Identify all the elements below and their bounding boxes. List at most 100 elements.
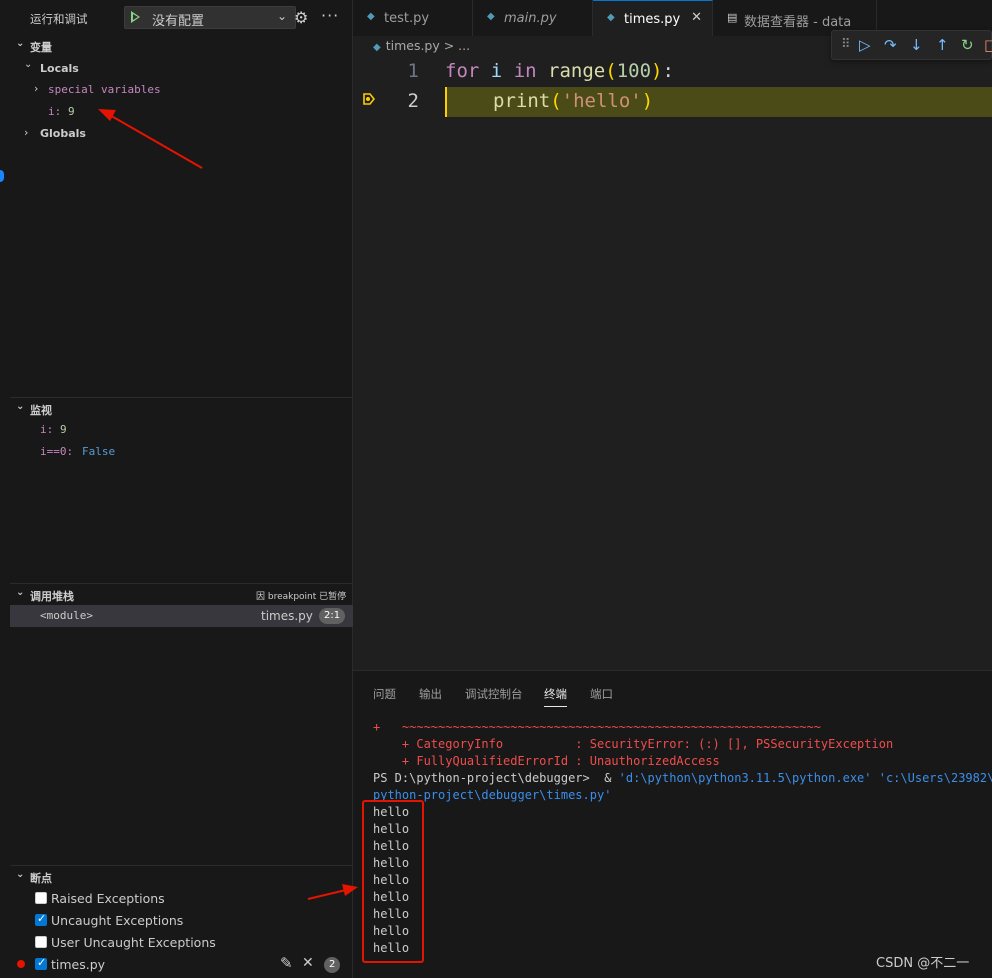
paren-open: ( [605, 60, 617, 82]
line-number: 2 [407, 90, 419, 112]
callstack-header-label: 调用堆栈 [30, 590, 74, 603]
python-file-icon: ◆ [367, 11, 375, 22]
watermark: CSDN @不二一 [876, 956, 970, 971]
chevron-down-icon: ⌄ [16, 401, 25, 412]
drag-handle-icon[interactable]: ⠿ [841, 37, 851, 52]
table-icon: ▤ [727, 11, 738, 24]
number-literal: 100 [616, 60, 652, 82]
callstack-section-header[interactable]: ⌄ 调用堆栈 因 breakpoint 已暂停 [10, 584, 353, 606]
terminal-line: + ~~~~~~~~~~~~~~~~~~~~~~~~~~~~~~~~~~~~~~… [373, 720, 821, 734]
watch-item[interactable]: i==0: False [10, 441, 353, 463]
breakpoint-file-item[interactable]: times.py ✎ ✕ 2 [10, 953, 353, 975]
frame-name: <module> [40, 609, 93, 622]
edit-icon[interactable]: ✎ [280, 954, 293, 972]
terminal-prompt-line: PS D:\python-project\debugger> & 'd:\pyt… [373, 771, 992, 785]
breakpoints-header-label: 断点 [30, 872, 52, 885]
tab-output[interactable]: 输出 [419, 686, 442, 702]
tab-label: main.py [504, 11, 557, 26]
breakpoint-item[interactable]: User Uncaught Exceptions [10, 931, 353, 953]
chevron-down-icon: ⌄ [16, 587, 25, 598]
activity-indicator [0, 170, 4, 182]
watch-value: 9 [60, 423, 67, 436]
more-actions-icon[interactable]: ··· [321, 6, 339, 25]
restart-icon[interactable]: ↻ [961, 36, 974, 54]
locals-label: Locals [40, 62, 79, 75]
terminal-line: + CategoryInfo : SecurityError: (:) [], … [373, 737, 894, 751]
variable-name: i: [48, 105, 62, 118]
close-icon[interactable]: ✕ [302, 955, 314, 971]
breakpoint-file-label: times.py [51, 957, 106, 972]
tab-times-py[interactable]: ◆ times.py ✕ [593, 0, 713, 36]
times-py-breakpoint-checkbox[interactable] [35, 956, 47, 970]
paren-open: ( [550, 90, 562, 112]
breakpoint-label: Uncaught Exceptions [51, 913, 184, 928]
python-file-icon: ◆ [487, 11, 495, 22]
stop-icon[interactable]: □ [984, 36, 992, 54]
callstack-frame[interactable]: <module> times.py 2:1 [10, 605, 353, 627]
special-variables-item[interactable]: › special variables [10, 79, 353, 101]
debug-toolbar: ⠿ ▷ ↷ ↓ ↑ ↻ □ [831, 30, 992, 60]
step-out-icon[interactable]: ↑ [936, 36, 949, 54]
step-into-icon[interactable]: ↓ [910, 36, 923, 54]
watch-value: False [82, 445, 116, 458]
loop-variable: i [490, 60, 503, 82]
string-literal: 'hello' [561, 90, 642, 112]
gear-icon[interactable]: ⚙ [294, 8, 308, 27]
line-number: 1 [407, 60, 419, 82]
continue-icon[interactable]: ▷ [859, 36, 871, 54]
variables-section-header[interactable]: ⌄ 变量 [10, 35, 353, 57]
code-line-current[interactable]: 2 print('hello') [353, 87, 992, 117]
uncaught-exceptions-checkbox[interactable] [35, 912, 47, 926]
watch-item[interactable]: i: 9 [10, 419, 353, 441]
breakpoint-label: User Uncaught Exceptions [51, 935, 216, 950]
tab-label: times.py [624, 12, 681, 27]
chevron-right-icon: › [34, 82, 39, 95]
bottom-panel: 问题 输出 调试控制台 终端 端口 + ~~~~~~~~~~~~~~~~~~~~… [353, 670, 992, 978]
tab-test-py[interactable]: ◆ test.py [353, 0, 473, 36]
activity-bar [0, 0, 10, 978]
step-over-icon[interactable]: ↷ [884, 36, 897, 54]
chevron-right-icon: › [24, 126, 29, 139]
globals-label: Globals [40, 127, 86, 140]
python-file-icon: ◆ [607, 12, 615, 23]
frame-position-badge: 2:1 [319, 608, 346, 624]
tab-label: 数据查看器 - data [744, 15, 852, 30]
launch-config-select[interactable]: 没有配置 ⌄ [124, 6, 296, 29]
config-label: 没有配置 [152, 14, 205, 29]
tab-terminal[interactable]: 终端 [544, 686, 567, 707]
editor-area: ◆ test.py ◆ main.py ◆ times.py ✕ ▤ 数据查看器… [353, 0, 992, 670]
chevron-down-icon: ⌄ [16, 869, 25, 880]
annotation-arrow-icon [98, 109, 203, 169]
start-debugging-icon[interactable] [131, 11, 140, 23]
special-variables-label: special variables [48, 83, 161, 96]
paren-close: ) [651, 60, 663, 82]
close-icon[interactable]: ✕ [691, 10, 702, 25]
annotation-highlight-box [362, 800, 424, 963]
breakpoint-label: Raised Exceptions [51, 891, 165, 906]
python-file-icon: ◆ [373, 42, 381, 53]
watch-section-header[interactable]: ⌄ 监视 [10, 398, 353, 420]
function-name: print [493, 90, 551, 112]
tab-ports[interactable]: 端口 [590, 686, 613, 702]
breadcrumb-text: times.py > ... [385, 38, 471, 53]
tab-debug-console[interactable]: 调试控制台 [465, 686, 523, 702]
chevron-down-icon: ⌄ [24, 59, 33, 70]
variables-header-label: 变量 [30, 41, 52, 54]
annotation-arrow-icon [307, 884, 358, 900]
sidebar-title: 运行和调试 [30, 12, 88, 26]
raised-exceptions-checkbox[interactable] [35, 892, 47, 904]
tab-main-py[interactable]: ◆ main.py [473, 0, 593, 36]
user-uncaught-exceptions-checkbox[interactable] [35, 936, 47, 948]
function-name: range [548, 60, 606, 82]
breakpoint-item[interactable]: Uncaught Exceptions [10, 909, 353, 931]
keyword-for: for [445, 60, 480, 82]
locals-scope[interactable]: ⌄ Locals [10, 58, 353, 80]
terminal-line: + FullyQualifiedErrorId : UnauthorizedAc… [373, 754, 720, 768]
breakpoint-count-badge: 2 [324, 957, 341, 973]
current-line-arrow-icon [363, 93, 375, 105]
code-line[interactable]: 1 for i in range(100): [353, 57, 992, 87]
breadcrumb[interactable]: ◆ times.py > ... [373, 38, 470, 53]
breakpoint-dot-icon [17, 960, 25, 968]
variable-value: 9 [68, 105, 75, 118]
tab-problems[interactable]: 问题 [373, 686, 396, 702]
